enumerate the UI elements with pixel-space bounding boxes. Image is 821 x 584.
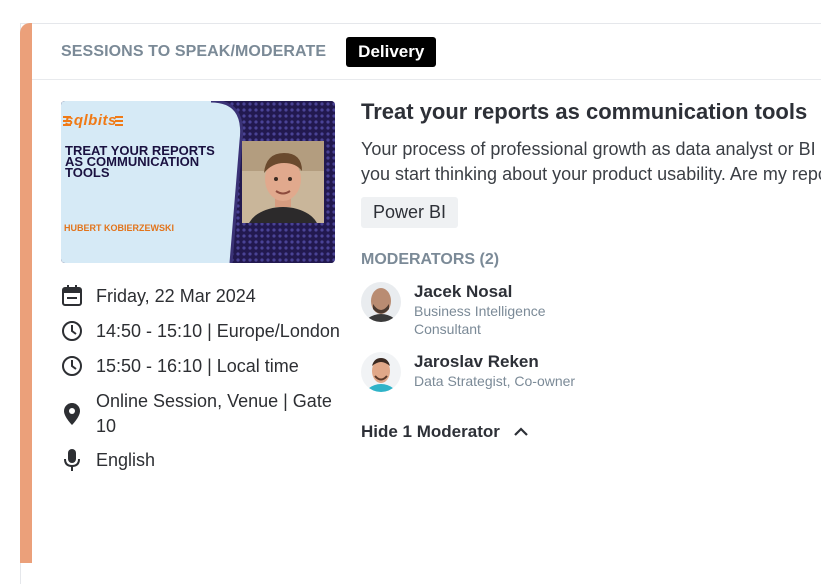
speaker-photo bbox=[242, 141, 324, 223]
clock-icon bbox=[61, 354, 83, 378]
moderator-name[interactable]: Jacek Nosal bbox=[414, 282, 594, 302]
location-line-2: 10 bbox=[96, 416, 117, 436]
session-language: English bbox=[96, 450, 156, 470]
session-time-local: 15:50 - 16:10 | Local time bbox=[96, 356, 299, 376]
thumbnail-speaker: HUBERT KOBIERZEWSKI bbox=[64, 223, 174, 233]
date-row: Friday, 22 Mar 2024 bbox=[61, 284, 256, 309]
clock-icon bbox=[61, 319, 83, 343]
topic-tag[interactable]: Power BI bbox=[361, 197, 459, 228]
microphone-icon bbox=[61, 448, 83, 472]
session-title[interactable]: Treat your reports as communication tool… bbox=[361, 99, 807, 125]
session-date: Friday, 22 Mar 2024 bbox=[96, 286, 256, 306]
status-badge: Delivery bbox=[346, 37, 437, 67]
language-row: English bbox=[61, 448, 155, 473]
session-location: Online Session, Venue | Gate 10 bbox=[96, 389, 332, 439]
moderator-role: Data Strategist, Co-owner bbox=[414, 373, 576, 389]
moderator-item[interactable]: Jacek Nosal Business Intelligence Consul… bbox=[361, 282, 594, 338]
location-line-1: Online Session, Venue | Gate bbox=[96, 391, 332, 411]
session-thumbnail[interactable]: sqlbits TREAT YOUR REPORTS AS COMMUNICAT… bbox=[61, 101, 335, 263]
card-accent-bar bbox=[20, 23, 32, 563]
toggle-label: Hide 1 Moderator bbox=[361, 422, 500, 441]
card-header: SESSIONS TO SPEAK/MODERATE Delivery bbox=[61, 36, 437, 68]
hide-moderators-toggle[interactable]: Hide 1 Moderator bbox=[361, 422, 528, 442]
session-time-venue: 14:50 - 15:10 | Europe/London bbox=[96, 321, 340, 341]
moderator-name[interactable]: Jaroslav Reken bbox=[414, 352, 594, 372]
description-line-1: Your process of professional growth as d… bbox=[361, 139, 821, 159]
avatar bbox=[361, 352, 401, 392]
location-pin-icon bbox=[61, 389, 83, 439]
chevron-up-icon bbox=[514, 422, 528, 442]
header-divider bbox=[32, 79, 821, 80]
calendar-icon bbox=[61, 284, 83, 308]
section-label: SESSIONS TO SPEAK/MODERATE bbox=[61, 43, 327, 60]
time-local-row: 15:50 - 16:10 | Local time bbox=[61, 354, 299, 379]
moderator-role: Business Intelligence Consultant bbox=[414, 303, 546, 337]
logo-stripes-icon bbox=[63, 116, 123, 126]
moderators-label: MODERATORS (2) bbox=[361, 251, 500, 268]
location-row: Online Session, Venue | Gate 10 bbox=[61, 389, 332, 439]
avatar bbox=[361, 282, 401, 322]
description-line-2: you start thinking about your product us… bbox=[361, 164, 821, 184]
moderator-item[interactable]: Jaroslav Reken Data Strategist, Co-owner bbox=[361, 352, 594, 392]
time-venue-row: 14:50 - 15:10 | Europe/London bbox=[61, 319, 340, 344]
session-description: Your process of professional growth as d… bbox=[361, 137, 821, 187]
thumbnail-title: TREAT YOUR REPORTS AS COMMUNICATION TOOL… bbox=[65, 143, 215, 180]
